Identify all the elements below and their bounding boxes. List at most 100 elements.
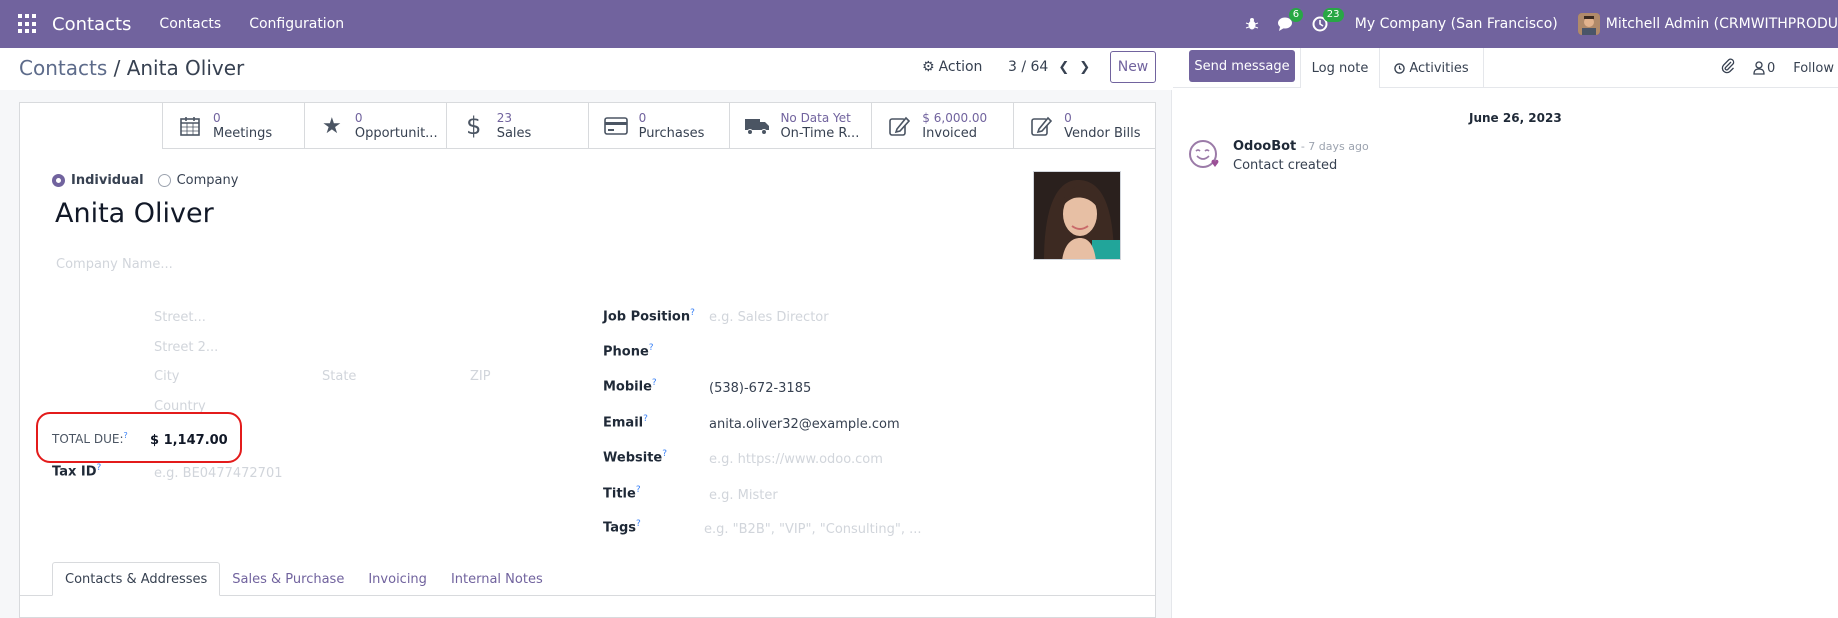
action-label: Action bbox=[938, 59, 983, 75]
street-field[interactable]: Street... bbox=[154, 310, 206, 325]
activities-button[interactable]: Activities bbox=[1380, 48, 1484, 88]
chatter-right-actions: 0 Follow bbox=[1721, 48, 1834, 88]
message-time: - 7 days ago bbox=[1300, 140, 1369, 153]
messages-icon[interactable]: 6 bbox=[1269, 0, 1304, 48]
clock-icon bbox=[1394, 62, 1406, 74]
message-author-name[interactable]: OdooBot bbox=[1233, 139, 1296, 154]
tab-internal-notes[interactable]: Internal Notes bbox=[439, 562, 555, 596]
contact-photo[interactable] bbox=[1033, 171, 1121, 260]
email-field[interactable]: anita.oliver32@example.com bbox=[709, 417, 900, 432]
edit-icon bbox=[886, 113, 912, 139]
smart-button-box: 0 Meetings ★ 0 Opportunit... $ 23 Sales 0 Pu… bbox=[162, 103, 1155, 149]
chevron-right-icon[interactable]: ❯ bbox=[1079, 60, 1090, 75]
pager: 3 / 64 ❮ ❯ bbox=[1008, 59, 1090, 75]
zip-field[interactable]: ZIP bbox=[470, 369, 491, 384]
smart-button-vendor-bills[interactable]: 0 Vendor Bills bbox=[1013, 103, 1155, 149]
chevron-left-icon[interactable]: ❮ bbox=[1058, 60, 1069, 75]
vendor-bills-label: Vendor Bills bbox=[1064, 125, 1141, 141]
radio-company-label[interactable]: Company bbox=[177, 173, 239, 188]
mobile-field[interactable]: (538)-672-3185 bbox=[709, 381, 811, 396]
tab-contacts-addresses[interactable]: Contacts & Addresses bbox=[52, 562, 221, 596]
tax-id-field[interactable]: e.g. BE0477472701 bbox=[154, 466, 283, 481]
message-author: OdooBot - 7 days ago bbox=[1233, 139, 1369, 154]
apps-menu-icon[interactable] bbox=[18, 14, 38, 34]
title-label: Title? bbox=[603, 485, 641, 502]
city-field[interactable]: City bbox=[154, 369, 179, 384]
phone-label: Phone? bbox=[603, 343, 654, 360]
purchases-label: Purchases bbox=[638, 125, 705, 141]
app-name[interactable]: Contacts bbox=[52, 14, 131, 35]
purchases-count: 0 bbox=[638, 110, 647, 125]
credit-card-icon bbox=[603, 113, 629, 139]
menu-contacts[interactable]: Contacts bbox=[159, 16, 221, 32]
message-body: Contact created bbox=[1233, 158, 1338, 173]
message-date-separator: June 26, 2023 bbox=[1469, 111, 1562, 125]
tags-field[interactable]: e.g. "B2B", "VIP", "Consulting", ... bbox=[704, 522, 921, 537]
smart-button-purchases[interactable]: 0 Purchases bbox=[587, 103, 730, 149]
tax-id-label: Tax ID? bbox=[52, 463, 102, 480]
state-field[interactable]: State bbox=[322, 369, 356, 384]
smart-button-invoiced[interactable]: $ 6,000.00 Invoiced bbox=[871, 103, 1013, 149]
debug-bug-icon[interactable] bbox=[1235, 0, 1269, 48]
sales-count: 23 bbox=[496, 110, 512, 125]
on-time-rate-label: On-Time R... bbox=[780, 125, 860, 141]
tab-invoicing[interactable]: Invoicing bbox=[356, 562, 439, 596]
radio-individual-label[interactable]: Individual bbox=[71, 173, 144, 188]
edit-icon bbox=[1028, 113, 1054, 139]
contact-name-field[interactable]: Anita Oliver bbox=[55, 198, 214, 229]
email-label: Email? bbox=[603, 414, 648, 431]
vendor-bills-count: 0 bbox=[1064, 110, 1072, 125]
action-menu-button[interactable]: ⚙ Action bbox=[922, 59, 982, 75]
smart-button-sales[interactable]: $ 23 Sales bbox=[445, 103, 588, 149]
top-navbar: Contacts Contacts Configuration 6 23 My … bbox=[0, 0, 1838, 48]
user-menu[interactable]: Mitchell Admin (CRMWITHPRODU bbox=[1577, 13, 1838, 35]
user-avatar bbox=[1577, 13, 1600, 35]
total-due-value: $ 1,147.00 bbox=[150, 433, 228, 448]
invoiced-label: Invoiced bbox=[922, 125, 978, 141]
tab-sales-purchase[interactable]: Sales & Purchase bbox=[220, 562, 356, 596]
gear-icon: ⚙ bbox=[922, 59, 935, 75]
activities-badge: 23 bbox=[1322, 8, 1344, 22]
invoiced-value: $ 6,000.00 bbox=[922, 110, 988, 125]
send-message-button[interactable]: Send message bbox=[1189, 50, 1295, 82]
meetings-count: 0 bbox=[213, 110, 221, 125]
activities-clock-icon[interactable]: 23 bbox=[1303, 0, 1344, 48]
messages-badge: 6 bbox=[1288, 8, 1304, 22]
follow-button[interactable]: Follow bbox=[1793, 61, 1834, 76]
company-switcher[interactable]: My Company (San Francisco) bbox=[1355, 16, 1558, 32]
user-name: Mitchell Admin (CRMWITHPRODU bbox=[1605, 16, 1838, 32]
smart-button-on-time-rate[interactable]: No Data Yet On-Time R... bbox=[729, 103, 871, 149]
user-icon bbox=[1753, 61, 1765, 75]
smart-button-meetings[interactable]: 0 Meetings bbox=[162, 103, 304, 149]
radio-company[interactable] bbox=[157, 174, 171, 187]
website-label: Website? bbox=[603, 449, 668, 466]
odoobot-avatar bbox=[1188, 139, 1220, 171]
job-position-field[interactable]: e.g. Sales Director bbox=[709, 310, 829, 325]
radio-individual[interactable] bbox=[52, 174, 65, 187]
opportunities-label: Opportunit... bbox=[354, 125, 438, 141]
street2-field[interactable]: Street 2... bbox=[154, 340, 218, 355]
followers-button[interactable]: 0 bbox=[1753, 61, 1775, 76]
opportunities-count: 0 bbox=[354, 110, 363, 125]
menu-configuration[interactable]: Configuration bbox=[249, 16, 344, 32]
total-due-label: TOTAL DUE:? bbox=[52, 431, 128, 446]
paperclip-icon[interactable] bbox=[1721, 58, 1735, 78]
sales-label: Sales bbox=[496, 125, 532, 141]
followers-count: 0 bbox=[1766, 60, 1776, 76]
title-field[interactable]: e.g. Mister bbox=[709, 488, 778, 503]
job-position-label: Job Position? bbox=[603, 308, 695, 325]
on-time-rate-value: No Data Yet bbox=[780, 110, 851, 125]
smart-button-opportunities[interactable]: ★ 0 Opportunit... bbox=[303, 103, 446, 149]
meetings-label: Meetings bbox=[213, 125, 273, 141]
log-note-button[interactable]: Log note bbox=[1300, 48, 1380, 88]
truck-icon bbox=[744, 113, 770, 139]
calendar-icon bbox=[177, 113, 203, 139]
new-button[interactable]: New bbox=[1110, 51, 1156, 83]
pager-value[interactable]: 3 / 64 bbox=[1008, 59, 1048, 75]
breadcrumb-contacts[interactable]: Contacts bbox=[19, 56, 107, 80]
mobile-label: Mobile? bbox=[603, 378, 657, 395]
company-type-radio: Individual Company bbox=[52, 173, 238, 188]
tags-label: Tags? bbox=[603, 519, 641, 536]
company-name-field[interactable]: Company Name... bbox=[56, 257, 173, 272]
website-field[interactable]: e.g. https://www.odoo.com bbox=[709, 452, 883, 467]
